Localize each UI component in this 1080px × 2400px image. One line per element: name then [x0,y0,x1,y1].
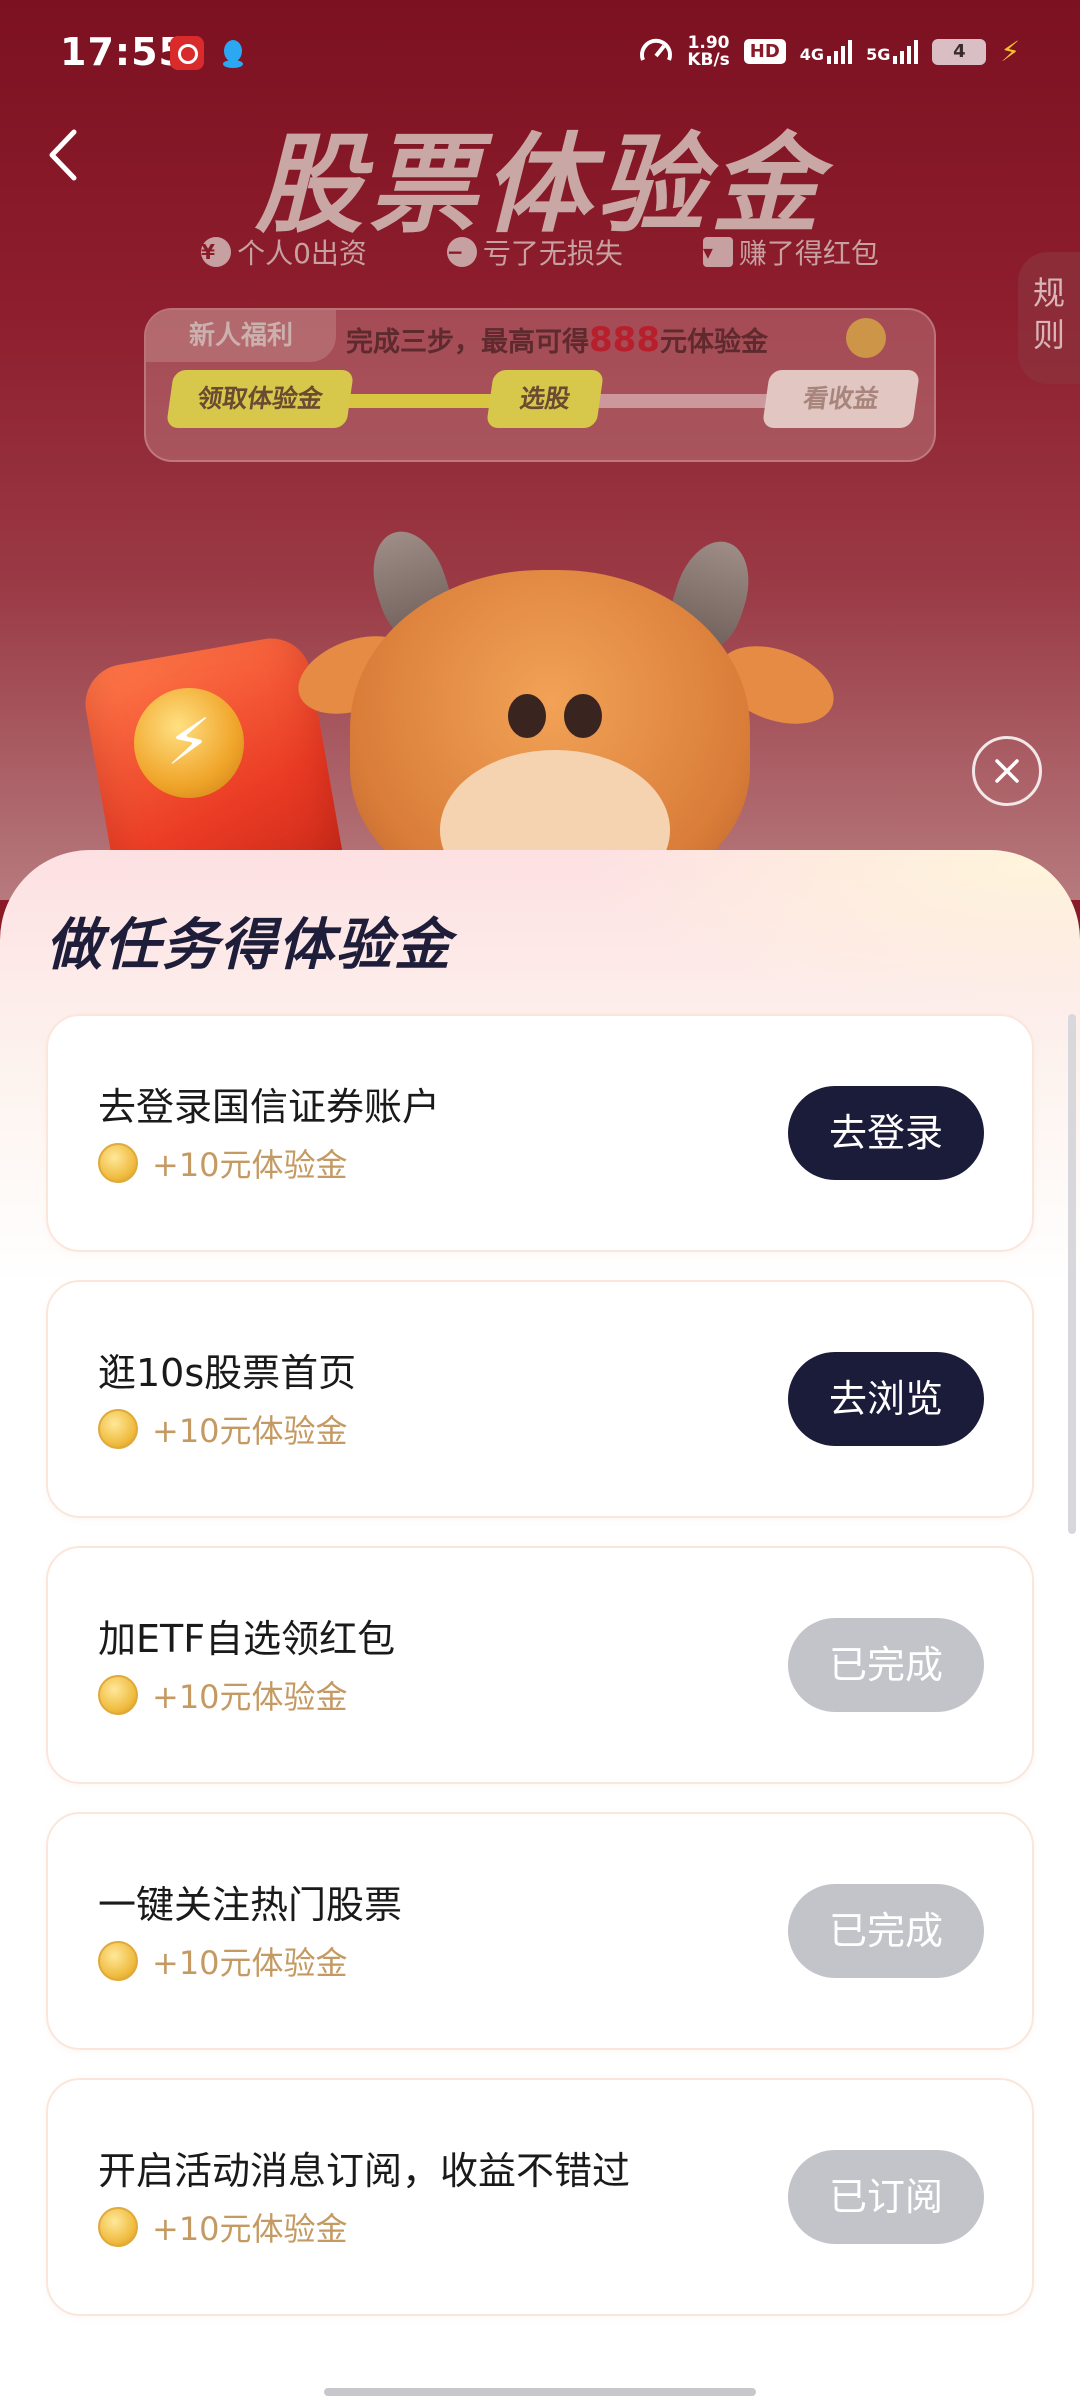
red-packet-icon: ▾ [702,237,733,267]
welfare-description: 完成三步，最高可得888元体验金 [346,320,768,360]
signal-bars-icon [893,39,919,64]
task-reward: +10元体验金 [98,2204,348,2250]
qq-notification-icon [216,36,250,70]
coin-icon [98,1675,138,1715]
newcomer-welfare-card: 新人福利 完成三步，最高可得888元体验金 领取体验金 选股 看收益 [144,308,936,462]
subscribed-button[interactable]: 已订阅 [788,2150,984,2244]
task-reward-label: +10元体验金 [152,1678,348,1716]
network-speed-unit: KB/s [687,49,730,70]
task-reward-label: +10元体验金 [152,2210,348,2248]
step-pick-stock: 选股 [485,370,605,428]
task-title: 加ETF自选领红包 [98,1617,396,1661]
task-reward: +10元体验金 [98,1672,348,1718]
welfare-tag: 新人福利 [146,310,336,362]
benefit-label: 赚了得红包 [738,237,879,270]
task-card: 去登录国信证券账户 +10元体验金 去登录 [46,1014,1034,1252]
task-title: 开启活动消息订阅，收益不错过 [98,2149,631,2193]
benefit-label: 个人0出资 [237,237,367,270]
task-card: 逛10s股票首页 +10元体验金 去浏览 [46,1280,1034,1518]
signal-bars-icon [827,39,853,64]
welfare-text-prefix: 完成三步，最高可得 [346,327,589,358]
network-speed: 1.90 KB/s [687,32,730,70]
browse-button[interactable]: 去浏览 [788,1352,984,1446]
mascot-illustration: ⚡ [0,500,1080,900]
signal-5g-label: 5G [866,44,891,64]
charging-icon: ⚡ [1000,35,1020,68]
task-reward: +10元体验金 [98,1140,348,1186]
task-card: 一键关注热门股票 +10元体验金 已完成 [46,1812,1034,2050]
scrollbar[interactable] [1068,1014,1076,1534]
hero-section: 17:55 1.90 KB/s HD 4G 5G 4 ⚡ 股票体验金 ¥ 个人0… [0,0,1080,900]
benefit-item: − 亏了无损失 [446,232,623,272]
calf-eye [508,694,546,738]
status-time: 17:55 [60,30,186,74]
login-button[interactable]: 去登录 [788,1086,984,1180]
minus-icon: − [446,237,477,267]
battery-icon: 4 [932,38,987,65]
coin-icon [98,1941,138,1981]
completed-button[interactable]: 已完成 [788,1618,984,1712]
lightning-coin-icon: ⚡ [134,688,244,798]
task-title: 去登录国信证券账户 [98,1085,441,1129]
task-title: 逛10s股票首页 [98,1351,357,1395]
coin-icon [98,1143,138,1183]
signal-5g: 5G [866,39,919,64]
task-reward-label: +10元体验金 [152,1944,348,1982]
benefit-label: 亏了无损失 [482,237,623,270]
coin-icon [98,2207,138,2247]
status-indicators: 1.90 KB/s HD 4G 5G 4 ⚡ [639,34,1020,69]
task-sheet: 做任务得体验金 去登录国信证券账户 +10元体验金 去登录 逛10s股票首页 +… [0,850,1080,2400]
sheet-glow [580,850,1080,1010]
close-button[interactable] [972,736,1042,806]
coin-icon [846,318,886,358]
yuan-icon: ¥ [201,237,232,267]
step-claim: 领取体验金 [165,370,355,428]
task-card: 加ETF自选领红包 +10元体验金 已完成 [46,1546,1034,1784]
benefit-item: ▾ 赚了得红包 [702,232,879,272]
task-card: 开启活动消息订阅，收益不错过 +10元体验金 已订阅 [46,2078,1034,2316]
home-indicator[interactable] [324,2388,756,2396]
signal-4g-label: 4G [799,44,825,64]
rules-label: 规则 [1032,274,1065,354]
coin-icon [98,1409,138,1449]
network-speed-value: 1.90 [687,32,730,53]
task-reward-label: +10元体验金 [152,1412,348,1450]
close-icon [995,759,1019,783]
benefit-item: ¥ 个人0出资 [201,232,367,272]
welfare-text-suffix: 元体验金 [659,327,768,358]
step-view-earnings: 看收益 [761,370,921,428]
hero-benefits: ¥ 个人0出资 − 亏了无损失 ▾ 赚了得红包 [0,232,1080,272]
welfare-amount: 888 [589,320,660,360]
rules-button[interactable]: 规则 [1018,252,1080,384]
hd-icon: HD [743,39,786,64]
speedometer-icon [639,34,673,69]
notification-app-icon [170,36,204,70]
signal-4g: 4G [799,39,853,64]
task-title: 一键关注热门股票 [98,1883,403,1927]
sheet-title: 做任务得体验金 [46,913,452,978]
hero-title: 股票体验金 [254,123,825,248]
task-reward-label: +10元体验金 [152,1146,348,1184]
status-bar: 17:55 1.90 KB/s HD 4G 5G 4 ⚡ [0,0,1080,108]
task-reward: +10元体验金 [98,1406,348,1452]
completed-button[interactable]: 已完成 [788,1884,984,1978]
task-reward: +10元体验金 [98,1938,348,1984]
calf-eye [564,694,602,738]
